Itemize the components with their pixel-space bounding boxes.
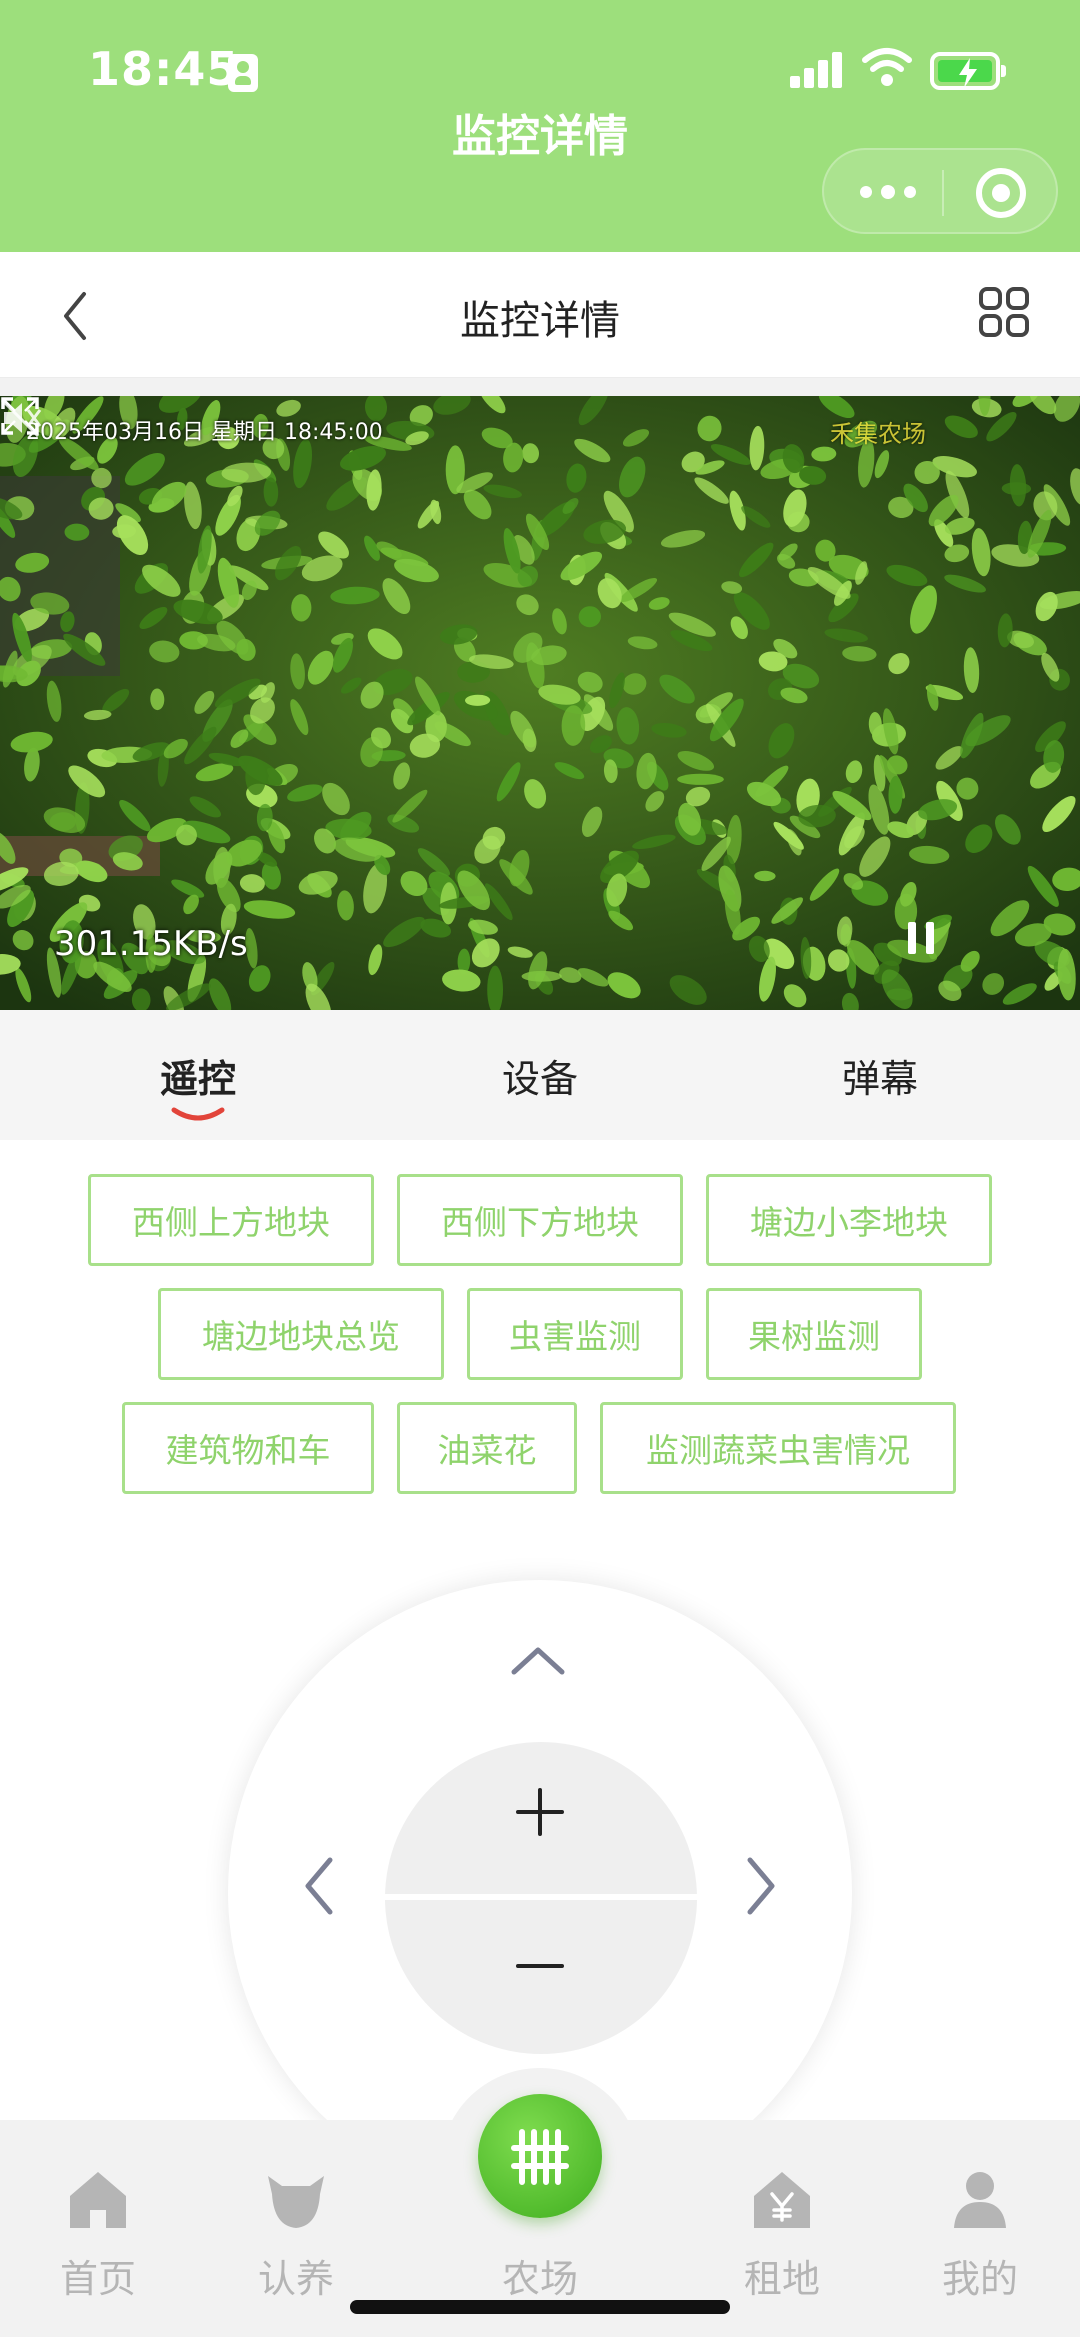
preset-button[interactable]: 果树监测 <box>706 1288 922 1380</box>
home-icon <box>70 2172 126 2228</box>
preset-button[interactable]: 建筑物和车 <box>122 1402 374 1494</box>
divider <box>0 378 1080 396</box>
wifi-icon <box>862 48 912 86</box>
battery-icon <box>930 52 1006 90</box>
tab-label: 租地 <box>743 2257 820 2301</box>
preset-button[interactable]: 监测蔬菜虫害情况 <box>600 1402 956 1494</box>
tab-home[interactable]: 首页 <box>28 2168 168 2301</box>
tab-label: 我的 <box>941 2257 1018 2301</box>
user-icon <box>954 2172 1006 2228</box>
video-timestamp: 2025年03月16日 星期日 18:45:00 <box>26 420 383 445</box>
plus-icon[interactable] <box>514 1786 566 1838</box>
preset-button[interactable]: 西侧下方地块 <box>397 1174 683 1266</box>
tab-adopt[interactable]: 认养 <box>226 2168 366 2301</box>
fullscreen-icon[interactable] <box>0 396 40 436</box>
home-indicator <box>350 2300 730 2314</box>
page-nav-bar: 监控详情 <box>0 252 1080 378</box>
tab-remote[interactable]: 遥控 <box>98 1048 298 1103</box>
grid-menu-icon[interactable] <box>978 286 1030 338</box>
zoom-divider <box>385 1894 697 1900</box>
foliage-leaf <box>840 923 852 947</box>
video-channel-label: 禾集农场 <box>830 420 926 448</box>
page-title: 监控详情 <box>460 298 620 344</box>
tab-rent-land[interactable]: 租地 <box>712 2168 852 2301</box>
status-and-title-bar: 18:45 监控详情 <box>0 0 1080 252</box>
more-icon[interactable] <box>858 180 918 204</box>
preset-button[interactable]: 油菜花 <box>397 1402 577 1494</box>
tab-label: 农场 <box>501 2257 578 2301</box>
preset-button[interactable]: 塘边地块总览 <box>158 1288 444 1380</box>
preset-button[interactable]: 虫害监测 <box>467 1288 683 1380</box>
camera-video-player[interactable]: 2025年03月16日 星期日 18:45:00 禾集农场 301.15KB/s <box>0 396 1080 1010</box>
chevron-right-icon[interactable] <box>730 1856 790 1916</box>
cow-icon <box>268 2176 324 2228</box>
tab-mine[interactable]: 我的 <box>910 2168 1050 2301</box>
tab-danmaku[interactable]: 弹幕 <box>780 1048 980 1103</box>
id-card-icon <box>228 54 258 92</box>
control-tabs: 遥控 设备 弹幕 <box>0 1010 1080 1140</box>
cellular-signal-icon <box>790 50 842 88</box>
tab-label: 首页 <box>59 2257 136 2301</box>
status-time: 18:45 <box>88 42 240 96</box>
chevron-up-icon[interactable] <box>508 1632 568 1692</box>
active-tab-indicator <box>171 1107 225 1121</box>
tab-devices[interactable]: 设备 <box>440 1048 640 1103</box>
foliage-leaf <box>677 773 724 785</box>
stream-speed: 301.15KB/s <box>54 924 248 964</box>
video-frame-foliage <box>0 396 1080 1010</box>
yuan-house-icon <box>754 2172 810 2228</box>
mini-program-capsule <box>822 148 1058 234</box>
preset-button[interactable]: 塘边小李地块 <box>706 1174 992 1266</box>
preset-button[interactable]: 西侧上方地块 <box>88 1174 374 1266</box>
close-miniprogram-icon[interactable] <box>976 168 1026 218</box>
tab-label: 认养 <box>257 2257 334 2301</box>
tab-farm[interactable]: 农场 <box>470 2168 610 2301</box>
minus-icon[interactable] <box>514 1940 566 1992</box>
pause-icon[interactable] <box>906 922 936 960</box>
chevron-left-icon[interactable] <box>290 1856 350 1916</box>
